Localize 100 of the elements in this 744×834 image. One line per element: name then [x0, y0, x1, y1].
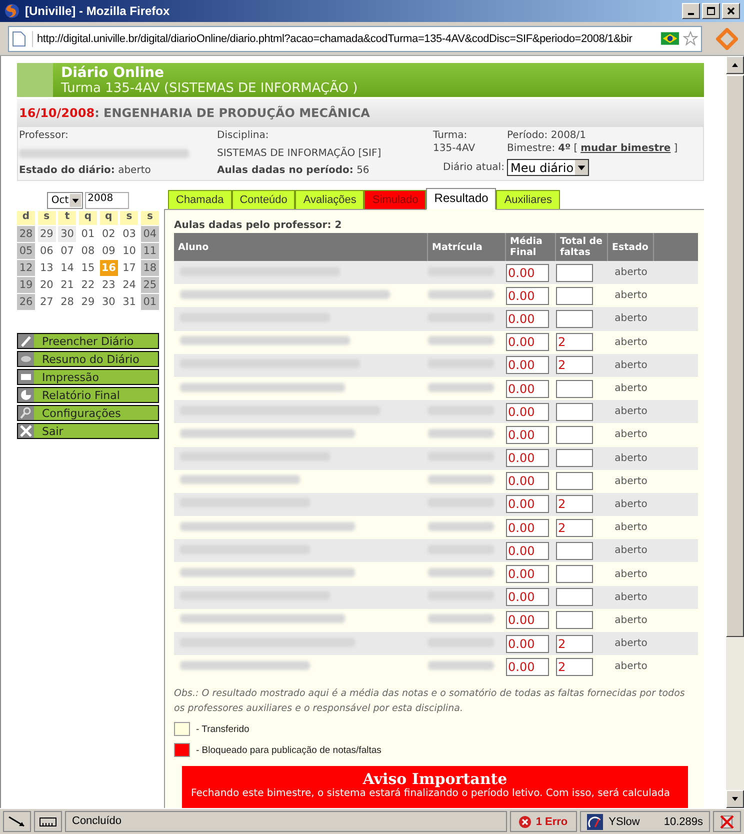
- absences-field[interactable]: [556, 588, 593, 606]
- calendar-day[interactable]: 13: [38, 260, 56, 276]
- absences-field[interactable]: 2: [556, 333, 593, 352]
- calendar-day[interactable]: 12: [17, 260, 35, 276]
- tab[interactable]: Avaliações: [295, 190, 364, 209]
- grade-field[interactable]: 0.00: [506, 310, 549, 328]
- calendar-day[interactable]: 29: [78, 294, 97, 310]
- close-button[interactable]: [722, 3, 740, 19]
- menu-item[interactable]: Sair: [17, 423, 159, 439]
- absences-field[interactable]: [556, 380, 593, 398]
- scroll-thumb[interactable]: [726, 75, 744, 637]
- calendar-day[interactable]: 05: [17, 243, 35, 259]
- absences-field[interactable]: [556, 565, 593, 584]
- calendar-day[interactable]: 31: [120, 294, 138, 310]
- calendar-day[interactable]: 30: [58, 226, 76, 242]
- maximize-button[interactable]: [702, 3, 720, 19]
- calendar-day[interactable]: 06: [38, 243, 56, 259]
- absences-field[interactable]: [556, 472, 593, 490]
- calendar-day[interactable]: 18: [140, 260, 159, 276]
- absences-field[interactable]: [556, 611, 593, 630]
- scroll-down-button[interactable]: [726, 790, 744, 808]
- absences-field[interactable]: [556, 264, 593, 282]
- calendar-day[interactable]: 07: [58, 243, 76, 259]
- grade-field[interactable]: 0.00: [506, 634, 549, 653]
- menu-item[interactable]: Preencher Diário: [17, 333, 159, 349]
- yslow-label[interactable]: YSlow: [608, 816, 640, 828]
- menu-item[interactable]: Resumo do Diário: [17, 351, 159, 367]
- calendar-day[interactable]: 11: [140, 243, 159, 259]
- calendar-day[interactable]: 08: [78, 243, 97, 259]
- grade-field[interactable]: 0.00: [506, 264, 549, 282]
- tab[interactable]: Resultado: [426, 188, 496, 210]
- grade-field[interactable]: 0.00: [506, 658, 549, 676]
- star-icon[interactable]: [683, 31, 698, 46]
- grade-field[interactable]: 0.00: [506, 380, 549, 398]
- calendar-day[interactable]: 28: [17, 226, 35, 242]
- calendar-day[interactable]: 22: [78, 277, 97, 293]
- calendar-day[interactable]: 19: [17, 277, 35, 293]
- scroll-up-button[interactable]: [726, 56, 744, 74]
- calendar-day[interactable]: 26: [17, 294, 35, 310]
- absences-field[interactable]: 2: [556, 518, 593, 537]
- grade-field[interactable]: 0.00: [506, 588, 549, 606]
- calendar-day[interactable]: 21: [58, 277, 76, 293]
- grade-field[interactable]: 0.00: [506, 402, 549, 421]
- change-term-link[interactable]: mudar bimestre: [580, 143, 671, 154]
- calendar-day[interactable]: 30: [100, 294, 118, 310]
- calendar-day[interactable]: 15: [78, 260, 97, 276]
- calendar-day[interactable]: 20: [38, 277, 56, 293]
- absences-field[interactable]: 2: [556, 634, 593, 653]
- grade-field[interactable]: 0.00: [506, 333, 549, 352]
- calendar-day[interactable]: 09: [100, 243, 118, 259]
- tab[interactable]: Auxiliares: [496, 190, 560, 209]
- minimize-button[interactable]: [682, 3, 700, 19]
- error-count[interactable]: 1 Erro: [510, 811, 577, 832]
- absences-field[interactable]: 2: [556, 356, 593, 374]
- calendar-day[interactable]: 29: [38, 226, 56, 242]
- address-field[interactable]: http://digital.univille.br/digital/diarioOnline/diario.phtml?acao=chamada&codTurma=135-4AV&codDisc=SIF&periodo=2008/1&bir: [8, 26, 702, 52]
- calendar-day[interactable]: 01: [78, 226, 97, 242]
- menu-item[interactable]: Relatório Final: [17, 387, 159, 403]
- absences-field[interactable]: [556, 542, 593, 560]
- calendar-day[interactable]: 25: [140, 277, 159, 293]
- calendar-day[interactable]: 27: [38, 294, 56, 310]
- grade-field[interactable]: 0.00: [506, 472, 549, 490]
- calendar-day[interactable]: 04: [140, 226, 159, 242]
- lessons-summary: Aulas dadas pelo professor: 2: [174, 220, 343, 231]
- calendar-day[interactable]: 24: [120, 277, 138, 293]
- absences-field[interactable]: 2: [556, 658, 593, 676]
- diary-select[interactable]: Meu diário: [507, 159, 589, 176]
- scrollbar[interactable]: [726, 56, 744, 808]
- grade-field[interactable]: 0.00: [506, 611, 549, 630]
- ruler-icon[interactable]: [34, 811, 62, 832]
- grade-field[interactable]: 0.00: [506, 518, 549, 537]
- year-field[interactable]: 2008: [84, 192, 129, 209]
- absences-field[interactable]: [556, 402, 593, 421]
- absences-field[interactable]: [556, 310, 593, 328]
- calendar-day[interactable]: 14: [58, 260, 76, 276]
- absences-field[interactable]: [556, 426, 593, 444]
- grade-field[interactable]: 0.00: [506, 565, 549, 584]
- pointer-icon[interactable]: [3, 811, 31, 832]
- calendar-day[interactable]: 03: [120, 226, 138, 242]
- grade-field[interactable]: 0.00: [506, 286, 549, 305]
- grade-field[interactable]: 0.00: [506, 542, 549, 560]
- absences-field[interactable]: [556, 286, 593, 305]
- calendar-day[interactable]: 02: [100, 226, 118, 242]
- tab[interactable]: Chamada: [168, 190, 232, 209]
- grade-field[interactable]: 0.00: [506, 426, 549, 444]
- absences-field[interactable]: 2: [556, 495, 593, 514]
- menu-item[interactable]: Impressão: [17, 369, 159, 385]
- grade-field[interactable]: 0.00: [506, 356, 549, 374]
- calendar-day[interactable]: 01: [140, 294, 159, 310]
- calendar-day[interactable]: 23: [100, 277, 118, 293]
- month-select[interactable]: Oct: [47, 192, 83, 209]
- absences-field[interactable]: [556, 449, 593, 468]
- period-text: Período: 2008/1: [507, 130, 588, 141]
- calendar-day[interactable]: 10: [120, 243, 138, 259]
- calendar-day[interactable]: 17: [120, 260, 138, 276]
- calendar-day[interactable]: 28: [58, 294, 76, 310]
- grade-field[interactable]: 0.00: [506, 495, 549, 514]
- menu-item[interactable]: Configurações: [17, 405, 159, 421]
- tab[interactable]: Conteúdo: [232, 190, 296, 209]
- grade-field[interactable]: 0.00: [506, 449, 549, 468]
